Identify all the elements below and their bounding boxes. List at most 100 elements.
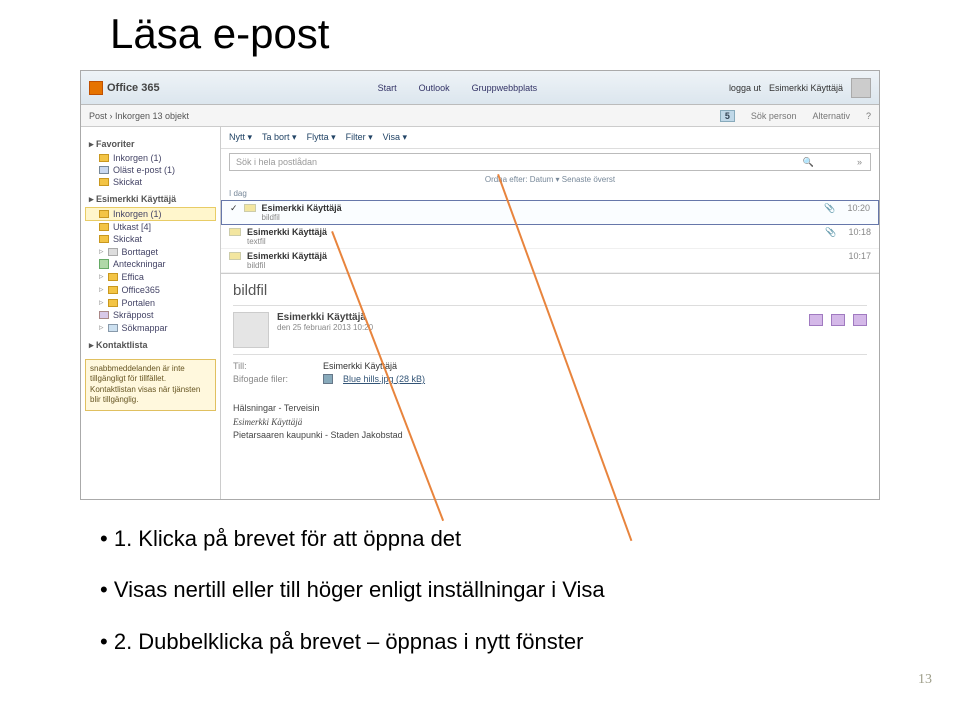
- message-row[interactable]: ✓ Esimerkki Käyttäjä bildfil 📎 10:20: [221, 200, 879, 225]
- fav-sent[interactable]: Skickat: [85, 176, 216, 188]
- bullet-list: 1. Klicka på brevet för att öppna det Vi…: [100, 520, 605, 674]
- search-person[interactable]: Sök person: [751, 111, 797, 121]
- body-line: Pietarsaaren kaupunki - Staden Jakobstad: [233, 429, 867, 443]
- message-row[interactable]: Esimerkki Käyttäjä textfil 📎 10:18: [221, 225, 879, 249]
- avatar-icon: [233, 312, 269, 348]
- reply-all-icon[interactable]: [831, 314, 845, 326]
- msg-subject: bildfil: [262, 213, 819, 222]
- folder-icon: [99, 178, 109, 186]
- search-expand-icon[interactable]: »: [857, 157, 862, 167]
- search-icon[interactable]: 🔍: [803, 157, 814, 168]
- envelope-icon: [229, 252, 241, 260]
- preview-header: Esimerkki Käyttäjä den 25 februari 2013 …: [233, 305, 867, 355]
- bullet-3: 2. Dubbelklicka på brevet – öppnas i nyt…: [100, 623, 605, 660]
- folder-icon: [108, 286, 118, 294]
- folder-icon: [108, 324, 118, 332]
- message-row[interactable]: Esimerkki Käyttäjä bildfil 10:17: [221, 249, 879, 273]
- folder-icon: [99, 166, 109, 174]
- bullet-2: Visas nertill eller till höger enligt in…: [100, 571, 605, 608]
- toolbar-filter[interactable]: Filter ▾: [346, 132, 373, 143]
- mailbox-title: ▸ Esimerkki Käyttäjä: [89, 194, 216, 205]
- attachments-label: Bifogade filer:: [233, 374, 313, 384]
- bullet-1: 1. Klicka på brevet för att öppna det: [100, 520, 605, 557]
- main-area: ▸ Favoriter Inkorgen (1) Oläst e-post (1…: [81, 127, 879, 499]
- body-line: Hälsningar - Terveisin: [233, 402, 867, 416]
- body-signature: Esimerkki Käyttäjä: [233, 416, 867, 430]
- folder-icon: [99, 154, 109, 162]
- toolbar-delete[interactable]: Ta bort ▾: [262, 132, 297, 143]
- mb-effica[interactable]: ▹Effica: [85, 270, 216, 283]
- search-placeholder: Sök i hela postlådan: [236, 157, 317, 167]
- attachment-icon: 📎: [824, 203, 835, 214]
- folder-icon: [99, 235, 109, 243]
- logo-icon: [89, 81, 103, 95]
- user-name: Esimerkki Käyttäjä: [769, 83, 843, 93]
- mb-portalen[interactable]: ▹Portalen: [85, 296, 216, 309]
- avatar-icon: [851, 78, 871, 98]
- msg-time: 10:18: [848, 227, 871, 237]
- sort-label[interactable]: Ordna efter: Datum ▾ Senaste överst: [221, 175, 879, 184]
- mb-junk[interactable]: Skräppost: [85, 309, 216, 321]
- preview-body: Hälsningar - Terveisin Esimerkki Käyttäj…: [233, 402, 867, 443]
- contacts-notice: snabbmeddelanden är inte tillgängligt fö…: [85, 359, 216, 411]
- sidebar: ▸ Favoriter Inkorgen (1) Oläst e-post (1…: [81, 127, 221, 499]
- toolbar-move[interactable]: Flytta ▾: [307, 132, 336, 143]
- breadcrumb: Post › Inkorgen 13 objekt: [89, 111, 189, 121]
- preview-fields: Till:Esimerkki Käyttäjä Bifogade filer: …: [233, 361, 867, 384]
- outlook-screenshot: Office 365 Start Outlook Gruppwebbplats …: [80, 70, 880, 500]
- mail-toolbar: Nytt ▾ Ta bort ▾ Flytta ▾ Filter ▾ Visa …: [221, 127, 879, 149]
- preview-subject: bildfil: [233, 282, 867, 299]
- envelope-icon: [229, 228, 241, 236]
- image-icon: [323, 374, 333, 384]
- options-link[interactable]: Alternativ: [812, 111, 850, 121]
- app-header: Office 365 Start Outlook Gruppwebbplats …: [81, 71, 879, 105]
- tab-start[interactable]: Start: [378, 83, 397, 93]
- folder-icon: [108, 248, 118, 256]
- mb-office365[interactable]: ▹Office365: [85, 283, 216, 296]
- msg-from: Esimerkki Käyttäjä: [262, 203, 819, 213]
- header-tabs: Start Outlook Gruppwebbplats: [378, 83, 538, 93]
- mb-notes[interactable]: Anteckningar: [85, 258, 216, 270]
- msg-subject: textfil: [247, 237, 819, 246]
- preview-date: den 25 februari 2013 10:20: [277, 323, 373, 332]
- tab-outlook[interactable]: Outlook: [419, 83, 450, 93]
- help-icon[interactable]: ?: [866, 111, 871, 121]
- fav-unread[interactable]: Oläst e-post (1): [85, 164, 216, 176]
- mb-deleted[interactable]: ▹Borttaget: [85, 245, 216, 258]
- search-input[interactable]: Sök i hela postlådan 🔍 »: [229, 153, 871, 171]
- msg-subject: bildfil: [247, 261, 842, 270]
- logo-text: Office 365: [107, 82, 160, 94]
- day-header: I dag: [221, 187, 879, 200]
- preview-from: Esimerkki Käyttäjä: [277, 312, 373, 323]
- logo: Office 365: [89, 81, 160, 95]
- reply-icon[interactable]: [809, 314, 823, 326]
- checkmark-icon: ✓: [230, 203, 238, 214]
- mb-inbox[interactable]: Inkorgen (1): [85, 207, 216, 221]
- preview-pane: bildfil Esimerkki Käyttäjä den 25 februa…: [221, 274, 879, 499]
- toolbar-view[interactable]: Visa ▾: [383, 132, 407, 143]
- tab-groupsite[interactable]: Gruppwebbplats: [472, 83, 538, 93]
- contacts-title: ▸ Kontaktlista: [89, 340, 216, 351]
- mb-drafts[interactable]: Utkast [4]: [85, 221, 216, 233]
- mb-searchfolders[interactable]: ▹Sökmappar: [85, 321, 216, 334]
- slide-title: Läsa e-post: [110, 10, 329, 58]
- mb-sent[interactable]: Skickat: [85, 233, 216, 245]
- folder-icon: [99, 311, 109, 319]
- content-area: Nytt ▾ Ta bort ▾ Flytta ▾ Filter ▾ Visa …: [221, 127, 879, 499]
- message-list: I dag ✓ Esimerkki Käyttäjä bildfil 📎 10:…: [221, 187, 879, 274]
- sign-out-link[interactable]: logga ut: [729, 83, 761, 93]
- header-right: logga ut Esimerkki Käyttäjä: [729, 78, 871, 98]
- note-icon: [99, 259, 109, 269]
- msg-time: 10:17: [848, 251, 871, 261]
- fav-inbox[interactable]: Inkorgen (1): [85, 152, 216, 164]
- notification-badge[interactable]: 5: [720, 110, 735, 122]
- folder-icon: [99, 210, 109, 218]
- attachment-icon: 📎: [825, 227, 836, 238]
- attachment-link[interactable]: Blue hills.jpg (28 kB): [343, 374, 425, 384]
- to-label: Till:: [233, 361, 313, 371]
- breadcrumb-bar: Post › Inkorgen 13 objekt 5 Sök person A…: [81, 105, 879, 127]
- msg-from: Esimerkki Käyttäjä: [247, 251, 842, 261]
- forward-icon[interactable]: [853, 314, 867, 326]
- folder-icon: [108, 299, 118, 307]
- toolbar-new[interactable]: Nytt ▾: [229, 132, 252, 143]
